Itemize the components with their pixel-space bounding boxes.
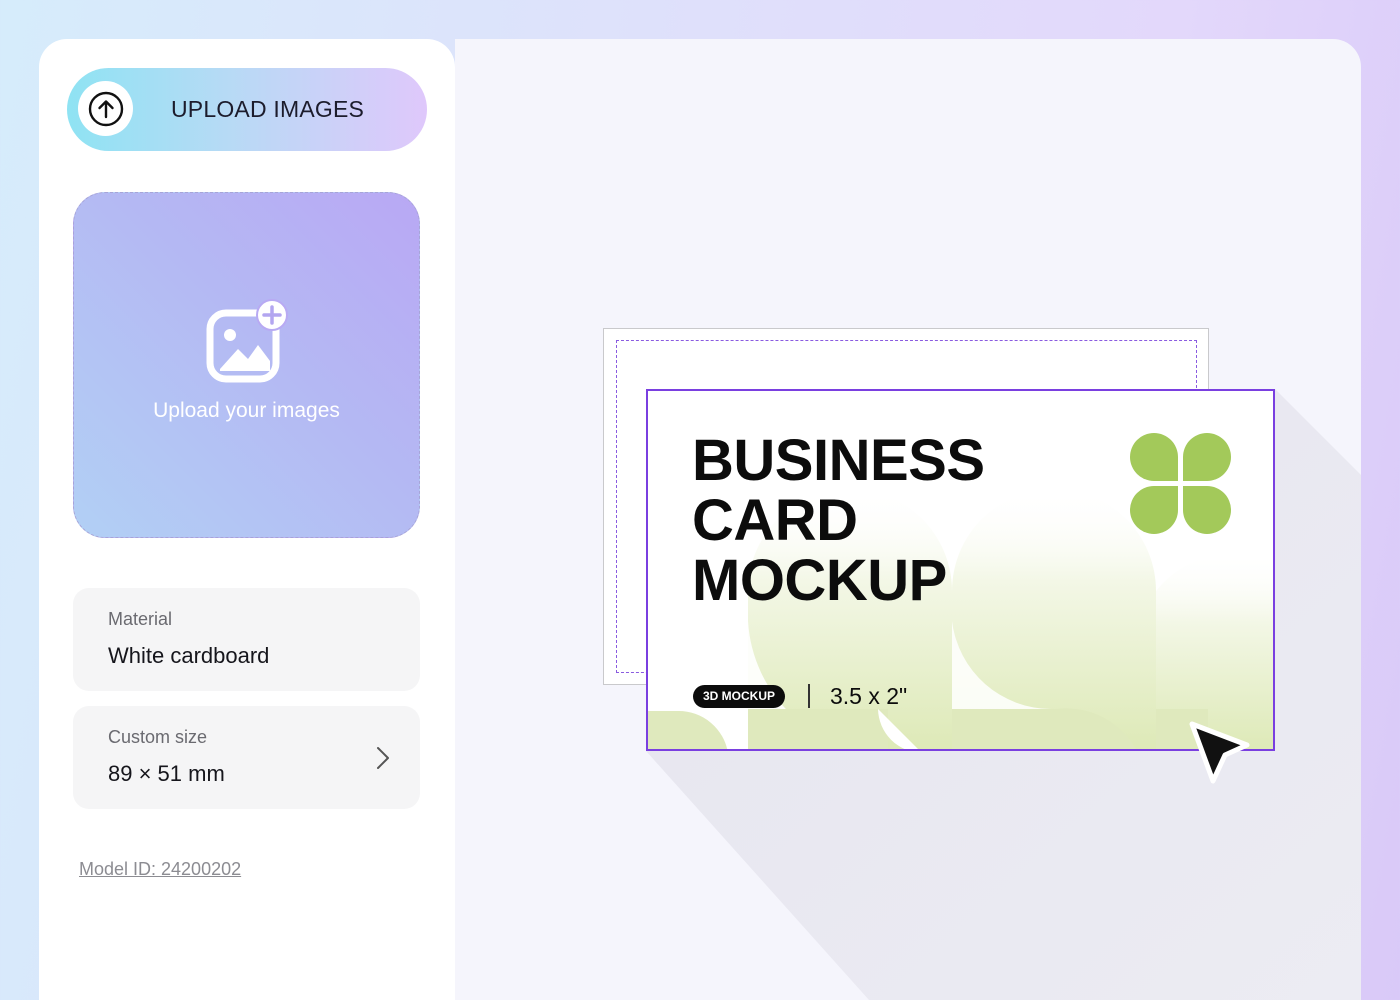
business-card-front[interactable]: BUSINESS CARD MOCKUP 3D MOCKUP 3.5 x 2" xyxy=(646,389,1275,751)
card-title-line2: CARD xyxy=(692,488,858,553)
image-add-icon xyxy=(206,299,288,383)
sidebar-panel: UPLOAD IMAGES Upload your images Materia… xyxy=(39,39,455,1000)
badge-separator xyxy=(808,684,810,708)
dropzone-text: Upload your images xyxy=(153,399,340,422)
arrow-up-circle-icon xyxy=(88,91,123,126)
card-title-line3: MOCKUP xyxy=(692,548,947,613)
image-dropzone[interactable]: Upload your images xyxy=(73,192,420,538)
chevron-right-icon xyxy=(377,747,389,769)
clover-logo-icon xyxy=(1130,433,1231,534)
custom-size-value: 89 × 51 mm xyxy=(108,761,225,786)
preview-canvas: BUSINESS CARD MOCKUP 3D MOCKUP 3.5 x 2" xyxy=(455,39,1361,1000)
upload-circle xyxy=(78,81,133,136)
cursor-arrow-icon xyxy=(1189,721,1250,784)
model-id-link[interactable]: Model ID: 24200202 xyxy=(79,859,241,880)
upload-button-label: UPLOAD IMAGES xyxy=(171,96,365,122)
mockup-badge: 3D MOCKUP xyxy=(693,685,786,708)
card-size-text: 3.5 x 2" xyxy=(830,683,908,709)
material-label: Material xyxy=(108,609,173,629)
material-field[interactable]: Material White cardboard xyxy=(73,588,420,691)
custom-size-label: Custom size xyxy=(108,727,208,747)
material-value: White cardboard xyxy=(108,643,270,668)
card-title-line1: BUSINESS xyxy=(692,428,985,493)
upload-images-button[interactable]: UPLOAD IMAGES xyxy=(67,68,427,151)
custom-size-field[interactable]: Custom size 89 × 51 mm xyxy=(73,706,420,809)
card-title: BUSINESS CARD MOCKUP xyxy=(692,431,985,611)
